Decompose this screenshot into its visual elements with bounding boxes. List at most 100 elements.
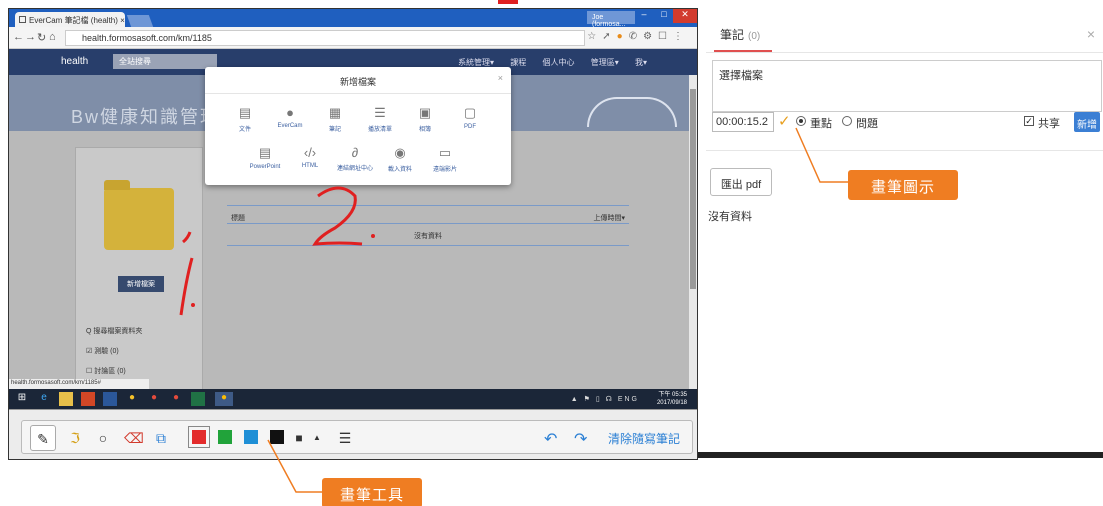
modal-item-html[interactable]: ‹/› HTML (285, 145, 335, 169)
site-brand[interactable]: health (61, 56, 88, 67)
browser-tab[interactable]: EverCam 筆記檔 (health) × (15, 12, 125, 27)
color-swatch-blue[interactable] (244, 430, 258, 444)
pdf-icon: ▢ (463, 105, 477, 120)
page-scrollbar[interactable] (689, 75, 697, 389)
close-window-icon[interactable]: ✕ (673, 9, 697, 23)
search-folder-link[interactable]: Q 搜尋檔案資料夾 (86, 322, 142, 342)
import-icon: ◉ (394, 145, 406, 160)
modal-item-video[interactable]: ▭ 遠端影片 (420, 145, 470, 173)
cloud-icon (587, 97, 677, 127)
pen-icon[interactable]: ✎ (30, 425, 56, 451)
clear-notes-button[interactable]: 清除隨寫筆記 (608, 430, 680, 447)
scroll-thumb[interactable] (690, 89, 696, 289)
maximize-icon[interactable]: □ (655, 9, 673, 23)
home-icon[interactable]: ⌂ (49, 31, 56, 43)
panel-divider (706, 52, 1103, 53)
modal-item-album[interactable]: ▣ 相簿 (400, 105, 450, 133)
screenshot-icon[interactable]: ⧉ (152, 429, 170, 447)
modal-item-playlist[interactable]: ☰ 播放清單 (355, 105, 405, 133)
highlighter-icon[interactable]: ℑ (66, 429, 84, 447)
modal-item-evercam[interactable]: ● EverCam (265, 105, 315, 129)
modal-close-icon[interactable]: × (498, 73, 503, 83)
excel-taskbar-icon[interactable] (191, 392, 205, 406)
playlist-icon: ☰ (374, 105, 386, 120)
modal-item-label: 相簿 (418, 127, 431, 133)
note-panel: 筆記 (0) × 選擇檔案 00:00:15.2 ✓ 重點 問題 ✓ 共享 新增 … (706, 8, 1103, 460)
table-divider (227, 245, 629, 246)
address-bar-row: ← → ↻ ⌂ health.formosasoft.com/km/1185 ☆… (9, 27, 697, 49)
modal-item-powerpoint[interactable]: ▤ PowerPoint (240, 145, 290, 170)
add-note-button[interactable]: 新增 (1074, 112, 1100, 132)
tab-notes[interactable]: 筆記 (0) (720, 26, 760, 43)
line-width-icon[interactable]: ☰ (336, 429, 354, 447)
windows-taskbar: ⊞ e ● ● ● ● ▲ ⚑ ▯ ☊ ENG 下午 05:35 2017/09… (9, 389, 697, 409)
evercam-icon: ● (286, 105, 294, 120)
export-pdf-button[interactable]: 匯出 pdf (710, 168, 772, 196)
ie-icon[interactable]: e (37, 392, 51, 406)
forward-icon[interactable]: → (25, 31, 36, 43)
explorer-icon[interactable] (59, 392, 73, 406)
system-tray[interactable]: ▲ ⚑ ▯ ☊ ENG (571, 395, 639, 403)
folder-icon (104, 180, 174, 250)
caret-up-icon[interactable]: ▲ (308, 429, 326, 447)
powerpoint-icon: ▤ (258, 145, 272, 160)
chrome-taskbar-icon[interactable]: ● (215, 392, 233, 406)
browser-tab-title: EverCam 筆記檔 (health) × (29, 16, 125, 25)
app-icon[interactable]: ● (125, 392, 139, 406)
modal-item-document[interactable]: ▤ 文件 (220, 105, 270, 133)
modal-item-pdf[interactable]: ▢ PDF (445, 105, 495, 130)
profile-badge[interactable]: Joe (formosa... (587, 11, 635, 28)
radio-key-point-label: 重點 (810, 118, 832, 130)
modal-item-label: 遠端影片 (432, 167, 457, 173)
site-search-input[interactable]: 全站搜尋 (113, 54, 217, 69)
clock-date: 2017/09/18 (656, 400, 687, 406)
size-dot-icon[interactable]: ■ (290, 429, 308, 447)
color-swatch-red[interactable] (188, 426, 210, 448)
share-label: 共享 (1038, 118, 1060, 130)
modal-item-note[interactable]: ▦ 筆記 (310, 105, 360, 133)
modal-item-label: PowerPoint (249, 164, 281, 170)
close-icon[interactable]: × (1087, 26, 1095, 42)
reload-icon[interactable]: ↻ (37, 31, 46, 44)
modal-item-label: EverCam (277, 123, 303, 129)
modal-item-label: 連結網址中心 (336, 166, 373, 172)
windows-start-icon[interactable]: ⊞ (15, 392, 29, 406)
pen-mark-icon[interactable]: ✓ (778, 112, 791, 130)
html-icon: ‹/› (303, 145, 317, 160)
modal-item-import[interactable]: ◉ 載入資料 (375, 145, 425, 173)
undo-icon[interactable]: ↶ (544, 429, 557, 449)
back-icon[interactable]: ← (13, 31, 24, 43)
record-icon[interactable]: ● (169, 392, 183, 406)
powerpoint-taskbar-icon[interactable] (81, 392, 95, 406)
circle-icon[interactable]: ○ (94, 429, 112, 447)
modal-item-link[interactable]: ∂ 連結網址中心 (330, 145, 380, 172)
table-divider (227, 223, 629, 224)
table-divider (227, 205, 629, 206)
opera-icon[interactable]: ● (147, 392, 161, 406)
favicon-icon (19, 16, 26, 23)
color-swatch-green[interactable] (218, 430, 232, 444)
status-url: health.formosasoft.com/km/1185# (9, 379, 149, 389)
panel-bottom-border (698, 452, 1103, 458)
url-input[interactable]: health.formosasoft.com/km/1185 (65, 30, 585, 46)
radio-question[interactable] (842, 116, 852, 126)
table-header-upload-time[interactable]: 上傳時間▾ (593, 213, 625, 223)
eraser-icon[interactable]: ⌫ (124, 429, 144, 447)
quiz-link[interactable]: ☑ 測驗 (0) (86, 342, 142, 362)
extension-icons[interactable]: ☆➚●✆⚙☐⋮ (587, 31, 689, 42)
note-textarea[interactable]: 選擇檔案 (712, 60, 1102, 112)
color-swatch-black[interactable] (270, 430, 284, 444)
redo-icon[interactable]: ↷ (574, 429, 587, 449)
new-tab-button[interactable] (126, 15, 154, 27)
radio-key-point[interactable] (796, 116, 806, 126)
word-taskbar-icon[interactable] (103, 392, 117, 406)
share-checkbox[interactable]: ✓ (1024, 116, 1034, 126)
table-header-title[interactable]: 標題 (231, 213, 245, 223)
minimize-icon[interactable]: – (635, 9, 653, 23)
timestamp-input[interactable]: 00:00:15.2 (712, 112, 774, 132)
modal-item-label: PDF (464, 124, 476, 130)
file-table: 標題 上傳時間▾ 沒有資料 (227, 191, 629, 249)
red-ink-fragment (498, 0, 518, 4)
modal-item-label: 播放清單 (367, 127, 392, 133)
new-file-button[interactable]: 新增檔案 (118, 276, 164, 292)
